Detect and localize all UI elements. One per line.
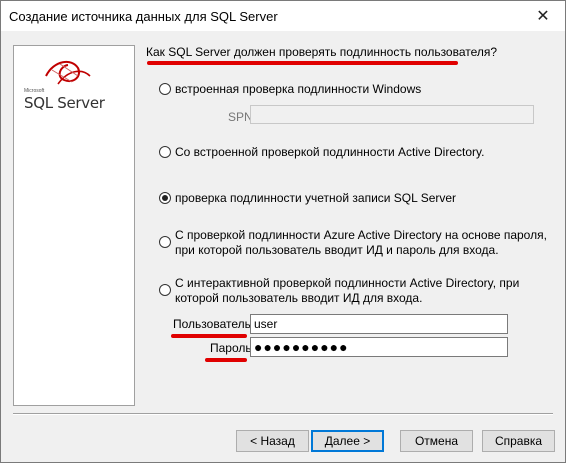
radio-label-line2: которой пользователь вводит ИД для входа…: [175, 291, 423, 305]
sql-server-logo-icon: [45, 60, 91, 85]
radio-label-block: С интерактивной проверкой подлинности Ac…: [175, 276, 519, 306]
username-label: Пользователь:: [173, 317, 255, 331]
radio-button[interactable]: [159, 146, 171, 158]
sql-server-logo: Microsoft SQL Server: [24, 56, 124, 126]
radio-label: Со встроенной проверкой подлинности Acti…: [175, 145, 485, 159]
username-field[interactable]: user: [250, 314, 508, 334]
annotation-underline-password: [205, 358, 247, 362]
radio-label: встроенная проверка подлинности Windows: [175, 82, 422, 96]
password-field[interactable]: ●●●●●●●●●●: [250, 337, 508, 357]
radio-label-line1: С проверкой подлинности Azure Active Dir…: [175, 228, 547, 242]
radio-label-block: С проверкой подлинности Azure Active Dir…: [175, 228, 547, 258]
radio-ad-interactive[interactable]: С интерактивной проверкой подлинности Ac…: [159, 276, 519, 306]
radio-label-line2: при которой пользователь вводит ИД и пар…: [175, 243, 499, 257]
title-bar: Создание источника данных для SQL Server…: [1, 1, 565, 31]
footer-separator: [13, 413, 553, 415]
radio-azure-ad-password[interactable]: С проверкой подлинности Azure Active Dir…: [159, 228, 547, 258]
radio-windows-auth[interactable]: встроенная проверка подлинности Windows: [159, 82, 421, 97]
radio-sql-server-auth[interactable]: проверка подлинности учетной записи SQL …: [159, 191, 456, 206]
close-icon[interactable]: ✕: [521, 1, 565, 31]
radio-button[interactable]: [159, 284, 171, 296]
help-button[interactable]: Справка: [482, 430, 555, 452]
radio-label: проверка подлинности учетной записи SQL …: [175, 191, 457, 205]
radio-button-selected[interactable]: [159, 192, 171, 204]
window-title: Создание источника данных для SQL Server: [9, 9, 278, 24]
auth-question: Как SQL Server должен проверять подлинно…: [146, 45, 498, 59]
password-label: Пароль:: [210, 341, 255, 355]
dialog-window: Создание источника данных для SQL Server…: [0, 0, 566, 463]
annotation-underline-username: [171, 334, 247, 338]
radio-button[interactable]: [159, 83, 171, 95]
back-button[interactable]: < Назад: [236, 430, 309, 452]
annotation-underline-question: [147, 61, 458, 65]
radio-label-line1: С интерактивной проверкой подлинности Ac…: [175, 276, 520, 290]
spn-input: [250, 105, 534, 124]
side-banner: Microsoft SQL Server: [13, 45, 135, 406]
radio-ad-integrated[interactable]: Со встроенной проверкой подлинности Acti…: [159, 145, 484, 160]
cancel-button[interactable]: Отмена: [400, 430, 473, 452]
radio-button[interactable]: [159, 236, 171, 248]
next-button[interactable]: Далее >: [311, 430, 384, 452]
logo-sql-server-text: SQL Server: [24, 94, 105, 112]
